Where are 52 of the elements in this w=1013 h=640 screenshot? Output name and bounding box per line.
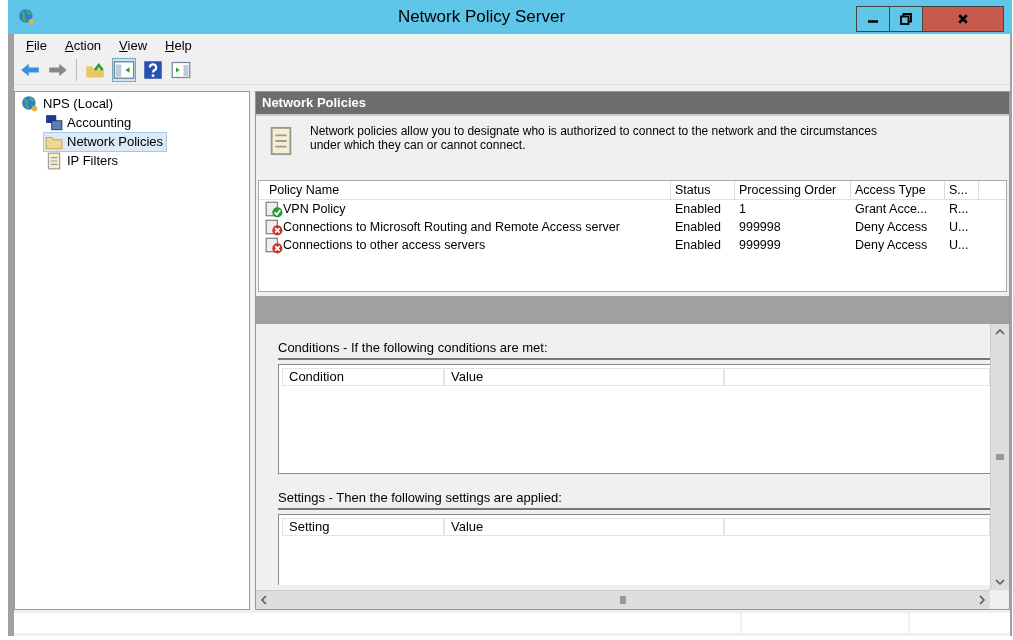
column-header[interactable]: Value bbox=[444, 518, 724, 536]
column-header[interactable]: Value bbox=[444, 368, 724, 386]
table-cell-text: 999998 bbox=[738, 220, 782, 234]
column-header[interactable]: Status bbox=[671, 181, 735, 199]
computer-icon bbox=[45, 113, 63, 132]
panel-icon[interactable] bbox=[113, 59, 135, 81]
table-cell-text: Grant Acce... bbox=[854, 202, 929, 216]
policy-name-cell: Connections to Microsoft Routing and Remote Access server bbox=[265, 218, 671, 236]
policy-deny-icon bbox=[265, 236, 283, 254]
table-cell-text: R... bbox=[948, 202, 970, 216]
table-cell-text: Enabled bbox=[674, 238, 722, 252]
menu-item[interactable]: Action bbox=[58, 37, 108, 53]
column-header[interactable]: S... bbox=[945, 181, 979, 199]
table-cell-text: Deny Access bbox=[854, 238, 929, 252]
section-heading: Settings - Then the following settings are applied: bbox=[278, 490, 990, 510]
table-cell-text: U... bbox=[948, 220, 970, 234]
restore-icon[interactable] bbox=[889, 6, 923, 32]
column-header[interactable]: Processing Order bbox=[735, 181, 851, 199]
tree-item[interactable]: Accounting bbox=[43, 112, 136, 133]
menu-item[interactable]: View bbox=[113, 37, 154, 53]
folder-up-icon[interactable] bbox=[85, 60, 105, 80]
table-cell-text: Enabled bbox=[674, 220, 722, 234]
table-cell-text: U... bbox=[948, 238, 970, 252]
globe-icon bbox=[21, 94, 39, 113]
globe-icon bbox=[18, 8, 36, 26]
vertical-scrollbar[interactable] bbox=[990, 324, 1009, 590]
tree-item[interactable]: Network Policies bbox=[43, 131, 168, 152]
window-title: Network Policy Server bbox=[396, 7, 567, 27]
panel-icon[interactable] bbox=[171, 60, 191, 80]
panel-header: Network Policies bbox=[256, 92, 1009, 114]
policy-deny-icon bbox=[265, 218, 283, 236]
help-icon[interactable] bbox=[143, 60, 163, 80]
menu-item[interactable]: File bbox=[20, 37, 53, 53]
table-cell-text: Enabled bbox=[674, 202, 722, 216]
description-text: Network policies allow you to designate who is authorized to connect to the network and the circumstances under which they can or cannot connect. bbox=[310, 124, 878, 152]
menu-item[interactable]: Help bbox=[159, 37, 198, 53]
policy-name-cell: VPN Policy bbox=[265, 200, 671, 218]
scroll-icon bbox=[45, 151, 63, 170]
table-cell-text: 1 bbox=[738, 202, 747, 216]
tree-item[interactable]: NPS (Local) bbox=[19, 93, 118, 114]
column-header[interactable]: Access Type bbox=[851, 181, 945, 199]
policy-name-cell: Connections to other access servers bbox=[265, 236, 671, 254]
column-header[interactable]: Condition bbox=[282, 368, 444, 386]
horizontal-scrollbar[interactable] bbox=[256, 590, 990, 609]
minimize-icon[interactable] bbox=[856, 6, 890, 32]
tree-item[interactable]: IP Filters bbox=[43, 150, 123, 171]
table-cell-text: Deny Access bbox=[854, 220, 929, 234]
column-header[interactable]: Policy Name bbox=[265, 181, 671, 199]
column-header[interactable]: Setting bbox=[282, 518, 444, 536]
table-cell-text: 999999 bbox=[738, 238, 782, 252]
policy-allow-icon bbox=[265, 200, 283, 218]
section-heading: Conditions - If the following conditions are met: bbox=[278, 340, 990, 360]
